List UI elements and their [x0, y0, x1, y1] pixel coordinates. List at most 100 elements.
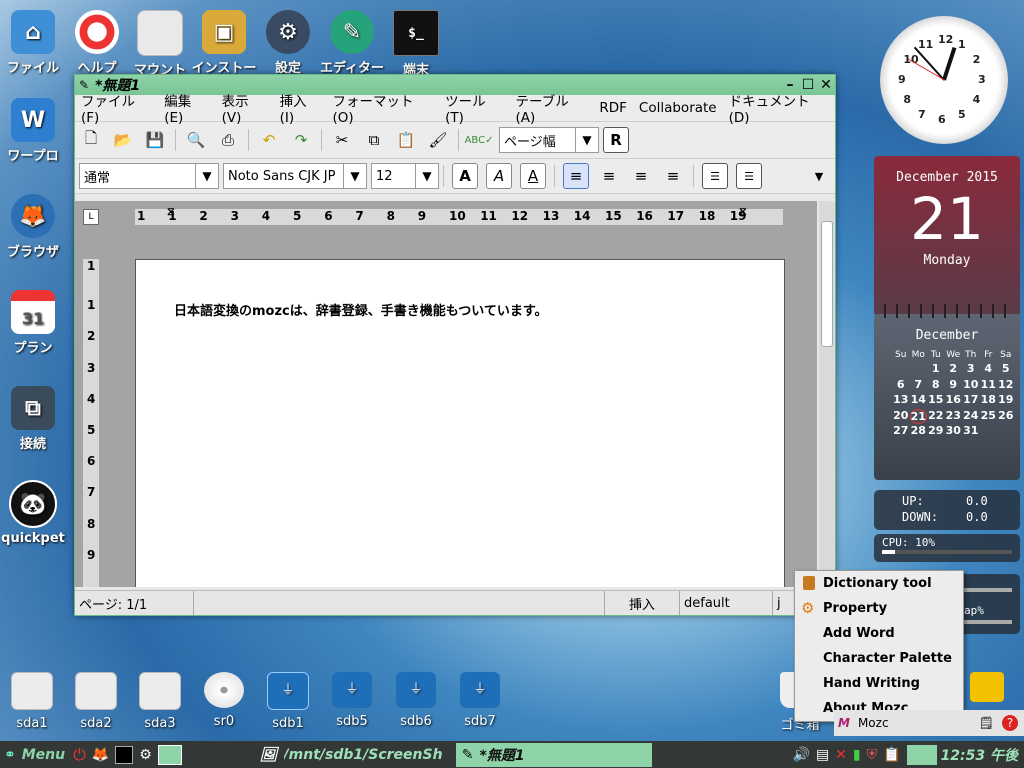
desktop-icon-file[interactable]: ⌂ ファイル [0, 10, 69, 76]
menu-item-property[interactable]: ⚙ Property [795, 596, 963, 621]
drive-sdb1[interactable]: ⏚ sdb1 [258, 672, 318, 731]
menu-table[interactable]: テーブル(A) [516, 90, 588, 126]
disc-icon [204, 672, 244, 708]
volume-icon[interactable]: 🔊 [793, 747, 810, 763]
menu-tools[interactable]: ツール(T) [445, 90, 503, 126]
numbered-list-icon[interactable]: ☰ [702, 163, 728, 189]
menu-format[interactable]: フォーマット(O) [333, 90, 434, 126]
shield-icon[interactable]: ⛨ [867, 747, 878, 763]
menu-file[interactable]: ファイル(F) [81, 90, 152, 126]
mozc-tray-icon[interactable]: M [838, 716, 850, 730]
drive-sda1[interactable]: sda1 [2, 672, 62, 731]
menu-edit[interactable]: 編集(E) [164, 90, 209, 126]
drive-sda3[interactable]: sda3 [130, 672, 190, 731]
print-preview-icon[interactable]: 🔍 [184, 128, 208, 152]
cut-icon[interactable]: ✂ [330, 128, 354, 152]
drive-sdb6[interactable]: ⏚ sdb6 [386, 672, 446, 729]
right-indent-marker[interactable]: ⧖ [739, 205, 747, 219]
desktop-launcher-icon[interactable] [157, 744, 182, 765]
open-folder-icon[interactable]: 📂 [111, 128, 135, 152]
calendar-day: 26 [998, 408, 1014, 422]
toolbar-overflow-icon[interactable]: ▼ [807, 164, 831, 188]
document-page[interactable]: 日本語変換のmozcは、辞書登録、手書き機能もついています。 [135, 259, 785, 587]
redo-icon[interactable]: ↷ [289, 128, 313, 152]
underline-icon[interactable]: A [520, 163, 546, 189]
ruler-tick-label: 5 [293, 209, 302, 223]
left-indent-marker[interactable]: ⧖ [167, 205, 175, 219]
desktop-icon-browser[interactable]: 🦊 ブラウザ [0, 194, 69, 260]
align-center-icon[interactable]: ≡ [597, 164, 621, 188]
settings-launcher-icon[interactable]: ⚙ [139, 747, 152, 763]
desktop-icon-settings[interactable]: ⚙ 設定 [252, 10, 324, 76]
align-right-icon[interactable]: ≡ [629, 164, 653, 188]
paste-icon[interactable]: 📋 [394, 128, 418, 152]
note-icon[interactable]: 🗒 [979, 716, 994, 730]
align-left-icon[interactable]: ≡ [563, 163, 589, 189]
italic-icon[interactable]: A [486, 163, 512, 189]
drive-label: sr0 [213, 714, 235, 729]
vertical-ruler[interactable]: 1 1 2 3 4 5 6 7 8 9 [83, 259, 99, 587]
menu-item-add-word[interactable]: Add Word [795, 621, 963, 646]
menu-insert[interactable]: 挿入(I) [280, 90, 321, 126]
insert-field-icon[interactable]: R [603, 127, 629, 153]
task-word-processor[interactable]: ✎ *無題1 [455, 742, 652, 767]
save-icon[interactable]: 💾 [143, 128, 167, 152]
power-icon[interactable]: ⏻ [73, 745, 86, 765]
bullet-list-icon[interactable]: ☰ [736, 163, 762, 189]
taskbar-clock[interactable]: 12:53 午後 [941, 745, 1018, 765]
clipboard-icon[interactable]: 📋 [883, 747, 900, 763]
browser-launcher-icon[interactable]: 🦊 [92, 747, 109, 763]
desktop-icon-help[interactable]: ヘルプ [61, 10, 133, 76]
desktop-icon-terminal[interactable]: $_ 端末 [380, 10, 452, 78]
drive-sdb7[interactable]: ⏚ sdb7 [450, 672, 510, 729]
align-justify-icon[interactable]: ≡ [661, 164, 685, 188]
desktop-icon-wordpro[interactable]: W ワープロ [0, 98, 69, 164]
document-text[interactable]: 日本語変換のmozcは、辞書登録、手書き機能もついています。 [174, 300, 548, 319]
help-icon[interactable]: ? [1002, 715, 1018, 731]
lock-icon[interactable] [970, 672, 1004, 702]
vertical-scrollbar[interactable] [819, 201, 835, 587]
new-document-icon[interactable]: 🗋 [79, 128, 103, 152]
menu-item-dictionary-tool[interactable]: Dictionary tool [795, 571, 963, 596]
start-menu-button[interactable]: Menu [22, 747, 65, 763]
spellcheck-icon[interactable]: ABC✓ [465, 128, 494, 152]
desktop-icon-quickpet[interactable]: 🐼 quickpet [0, 480, 69, 546]
menu-view[interactable]: 表示(V) [222, 90, 268, 126]
font-select[interactable]: Noto Sans CJK JP ▼ [223, 163, 367, 189]
network-tray-icon[interactable]: ▤ [816, 747, 829, 763]
task-file-manager[interactable]: 🖼 /mnt/sdb1/ScreenSh [260, 743, 456, 767]
menu-item-character-palette[interactable]: Character Palette [795, 646, 963, 671]
workspace-indicator[interactable] [906, 744, 937, 765]
drive-sr0[interactable]: sr0 [194, 672, 254, 729]
menu-collaborate[interactable]: Collaborate [639, 100, 717, 116]
horizontal-ruler[interactable]: 1 1 2 3 4 5 6 7 8 9 10 11 12 13 14 15 16 17 18 19 ⧖ ⧖ [135, 205, 783, 225]
terminal-launcher-icon[interactable] [115, 745, 134, 764]
copy-icon[interactable]: ⧉ [362, 128, 386, 152]
format-painter-icon[interactable]: 🖌 [426, 128, 450, 152]
menu-item-hand-writing[interactable]: Hand Writing [795, 671, 963, 696]
bold-icon[interactable]: A [452, 163, 478, 189]
cpu-bar [882, 550, 1012, 554]
menu-document[interactable]: ドキュメント(D) [729, 90, 829, 126]
tab-stop-icon[interactable]: L [83, 209, 99, 225]
style-select[interactable]: 通常 ▼ [79, 163, 219, 189]
down-value: 0.0 [966, 510, 988, 524]
desktop-icon-editor[interactable]: ✎ エディター [316, 10, 388, 76]
drive-sdb5[interactable]: ⏚ sdb5 [322, 672, 382, 729]
drive-sda2[interactable]: sda2 [66, 672, 126, 731]
print-icon[interactable]: ⎙ [216, 128, 240, 152]
disconnect-icon[interactable]: ✕ [835, 747, 847, 763]
chevron-down-icon: ▼ [415, 164, 438, 188]
battery-icon[interactable]: ▮ [853, 747, 861, 763]
undo-icon[interactable]: ↶ [257, 128, 281, 152]
font-size-select[interactable]: 12 ▼ [371, 163, 439, 189]
font-size-value: 12 [376, 168, 393, 184]
clock-number: 5 [958, 107, 966, 121]
menu-rdf[interactable]: RDF [599, 100, 627, 116]
desktop-icon-connect[interactable]: ⧉ 接続 [0, 386, 69, 452]
zoom-select[interactable]: ページ幅 ▼ [499, 127, 599, 153]
menu-icon[interactable]: ⚭ [4, 747, 16, 763]
scrollbar-thumb[interactable] [821, 221, 833, 347]
desktop-icon-mount[interactable]: マウント [124, 10, 196, 78]
desktop-icon-plan[interactable]: 31 プラン [0, 290, 69, 356]
